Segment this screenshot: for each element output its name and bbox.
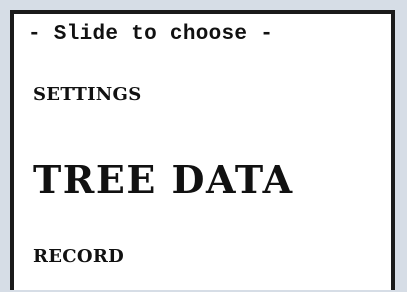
slide-hint-text: - Slide to choose - (28, 23, 274, 46)
device-frame: - Slide to choose - SETTINGS TREE DATA R… (0, 0, 407, 292)
menu-item-record[interactable]: RECORD (33, 246, 124, 267)
menu-item-tree-data[interactable]: TREE DATA (33, 157, 294, 202)
menu-item-settings[interactable]: SETTINGS (33, 84, 142, 105)
